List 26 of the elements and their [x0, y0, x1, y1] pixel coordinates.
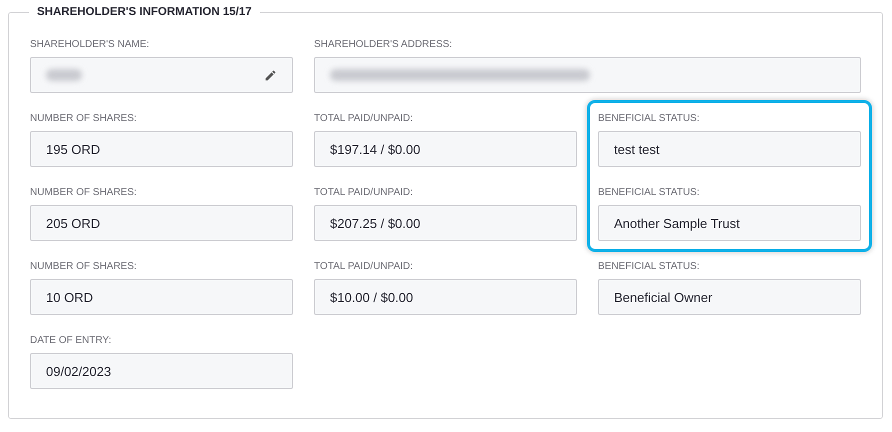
address-field[interactable] — [314, 57, 861, 93]
field-label: TOTAL PAID/UNPAID: — [314, 261, 414, 273]
shares-field[interactable]: 10 ORD — [30, 279, 293, 315]
field-label: NUMBER OF SHARES: — [30, 113, 138, 125]
field-label: NUMBER OF SHARES: — [30, 261, 138, 273]
field-label: TOTAL PAID/UNPAID: — [314, 187, 414, 199]
paid-field[interactable]: $207.25 / $0.00 — [314, 205, 577, 241]
field-label: TOTAL PAID/UNPAID: — [314, 113, 414, 125]
field-label: SHAREHOLDER'S NAME: — [30, 39, 150, 51]
field-label: BENEFICIAL STATUS: — [598, 187, 700, 199]
field-label: NUMBER OF SHARES: — [30, 187, 138, 199]
status-field[interactable]: Beneficial Owner — [598, 279, 861, 315]
field-label: BENEFICIAL STATUS: — [598, 261, 700, 273]
status-field[interactable]: test test — [598, 131, 861, 167]
field-label: DATE OF ENTRY: — [30, 335, 112, 347]
paid-field[interactable]: $10.00 / $0.00 — [314, 279, 577, 315]
status-field[interactable]: Another Sample Trust — [598, 205, 861, 241]
section-title: SHAREHOLDER'S INFORMATION 15/17 — [36, 6, 253, 18]
shares-field[interactable]: 205 ORD — [30, 205, 293, 241]
name-field[interactable] — [30, 57, 293, 93]
paid-field[interactable]: $197.14 / $0.00 — [314, 131, 577, 167]
field-label: BENEFICIAL STATUS: — [598, 113, 700, 125]
field-label: SHAREHOLDER'S ADDRESS: — [314, 39, 454, 51]
shares-field[interactable]: 195 ORD — [30, 131, 293, 167]
date-field[interactable]: 09/02/2023 — [30, 353, 293, 389]
pencil-icon[interactable] — [264, 68, 277, 82]
